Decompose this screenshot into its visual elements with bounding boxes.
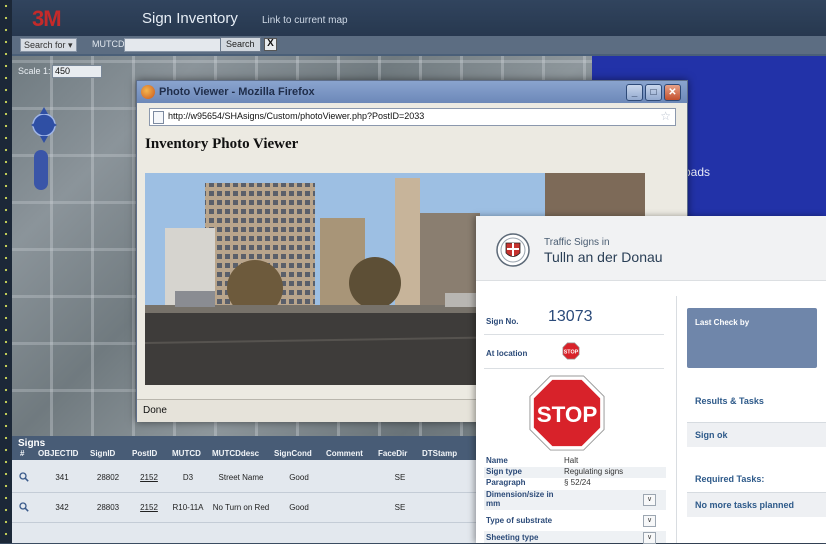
col-signcond[interactable]: SignCond — [274, 449, 312, 458]
window-titlebar[interactable]: Photo Viewer - Mozilla Firefox _ □ ✕ — [137, 81, 687, 103]
dimension-dropdown[interactable]: ∨ — [643, 494, 656, 506]
minimize-button[interactable]: _ — [626, 84, 643, 101]
zoom-to-row-icon[interactable] — [16, 462, 32, 492]
sheeting-dropdown[interactable]: ∨ — [643, 532, 656, 544]
brand-logo: 3M — [32, 6, 62, 31]
grid-header: Signs # OBJECTID SignID PostID MUTCD MUT… — [12, 436, 482, 460]
link-current-map[interactable]: Link to current map — [262, 15, 348, 26]
cell-facedir: SE — [394, 472, 406, 482]
signs-grid: Signs # OBJECTID SignID PostID MUTCD MUT… — [12, 436, 482, 543]
bookmark-star-icon[interactable]: ☆ — [660, 109, 671, 123]
svg-text:STOP: STOP — [564, 349, 579, 355]
page-heading: Inventory Photo Viewer — [145, 136, 299, 152]
cell-mutcddesc: No Turn on Red — [212, 502, 270, 512]
table-row[interactable]: 342 28803 2152 R10-11A No Turn on Red Go… — [12, 492, 482, 523]
status-text: Done — [143, 405, 167, 416]
attr-dimension: Dimension/size in mm ∨ — [484, 490, 666, 510]
col-mutcd[interactable]: MUTCD — [172, 449, 201, 458]
search-input[interactable] — [124, 38, 222, 52]
header-city: Tulln an der Donau — [544, 249, 663, 265]
table-row[interactable]: 341 28802 2152 D3 Street Name Good SE — [12, 462, 482, 493]
cell-mutcd: D3 — [182, 472, 194, 482]
attr-paragraph: Paragraph § 52/24 — [486, 478, 591, 487]
scale-input[interactable]: 450 — [52, 65, 102, 78]
tasks-value: No more tasks planned — [695, 500, 795, 510]
last-check-label: Last Check by — [695, 318, 750, 327]
close-window-button[interactable]: ✕ — [664, 84, 681, 101]
last-check-box: Last Check by — [687, 308, 817, 368]
traffic-sign-panel: Traffic Signs in Tulln an der Donau Sign… — [476, 216, 826, 544]
search-for-select[interactable]: Search for ▾ — [20, 38, 77, 52]
tasks-box: No more tasks planned — [687, 492, 826, 517]
cell-objectid: 341 — [55, 472, 69, 482]
divider — [484, 368, 664, 369]
search-button[interactable]: Search — [220, 37, 261, 52]
maximize-button[interactable]: □ — [645, 84, 662, 101]
col-dtstamp[interactable]: DTStamp — [422, 449, 457, 458]
required-tasks-heading: Required Tasks: — [695, 474, 765, 484]
grid-title: Signs — [18, 438, 46, 449]
cell-signid: 28802 — [96, 472, 120, 482]
cell-postid-link[interactable]: 2152 — [132, 462, 166, 492]
attr-name: Name Halt — [486, 456, 579, 465]
col-facedir[interactable]: FaceDir — [378, 449, 407, 458]
cell-mutcd: R10-11A — [172, 502, 204, 512]
url-text: http://w95654/SHAsigns/Custom/photoViewe… — [168, 111, 425, 121]
stop-sign-small-icon: STOP — [562, 342, 580, 360]
app-header: 3M Sign Inventory Link to current map — [12, 0, 826, 36]
dotted-left-border — [0, 0, 12, 543]
col-index[interactable]: # — [20, 449, 24, 458]
col-signid[interactable]: SignID — [90, 449, 115, 458]
col-objectid[interactable]: OBJECTID — [38, 449, 78, 458]
city-crest-icon — [496, 233, 530, 267]
app-title: Sign Inventory — [142, 10, 238, 27]
search-field-label: MUTCD — [92, 39, 125, 49]
clear-search-button[interactable]: X — [264, 38, 277, 51]
scale-label: Scale 1: — [18, 66, 51, 76]
at-location-label: At location — [486, 349, 528, 358]
cell-signcond: Good — [289, 502, 309, 512]
divider — [484, 334, 664, 335]
panel-header: Traffic Signs in Tulln an der Donau — [476, 216, 826, 281]
col-mutcddesc[interactable]: MUTCDdesc — [212, 449, 259, 458]
results-tasks-heading: Results & Tasks — [695, 396, 764, 406]
firefox-icon — [141, 85, 155, 99]
result-value: Sign ok — [695, 430, 728, 440]
col-postid[interactable]: PostID — [132, 449, 157, 458]
cell-comment — [326, 492, 376, 522]
sign-no-label: Sign No. — [486, 317, 519, 326]
substrate-dropdown[interactable]: ∨ — [643, 515, 656, 527]
attr-sign-type: Sign type Regulating signs — [484, 467, 666, 478]
result-box: Sign ok — [687, 422, 826, 447]
sign-number: 13073 — [548, 308, 593, 325]
zoom-to-row-icon[interactable] — [16, 492, 32, 522]
search-bar: Search for ▾ MUTCD Search X — [12, 36, 826, 54]
results-column: Last Check by Results & Tasks Sign ok Re… — [677, 296, 826, 543]
cell-comment — [326, 462, 376, 492]
attr-substrate: Type of substrate ∨ — [484, 514, 666, 528]
cell-mutcddesc: Street Name — [218, 472, 264, 482]
svg-text:STOP: STOP — [537, 402, 598, 427]
page-icon — [153, 111, 164, 124]
stop-sign-image: STOP — [529, 375, 605, 451]
sign-details: Sign No. 13073 At location STOP STOP Nam… — [476, 296, 677, 544]
cell-postid-link[interactable]: 2152 — [132, 492, 166, 522]
col-comment[interactable]: Comment — [326, 449, 363, 458]
window-title: Photo Viewer - Mozilla Firefox — [159, 86, 315, 98]
pan-control-icon[interactable] — [30, 105, 58, 145]
url-bar[interactable]: http://w95654/SHAsigns/Custom/photoViewe… — [149, 108, 676, 126]
attr-sheeting: Sheeting type ∨ — [484, 531, 666, 544]
header-subtitle: Traffic Signs in — [544, 237, 610, 248]
zoom-slider[interactable] — [34, 150, 48, 190]
cell-objectid: 342 — [55, 502, 69, 512]
cell-facedir: SE — [394, 502, 406, 512]
cell-signcond: Good — [289, 472, 309, 482]
cell-signid: 28803 — [96, 502, 120, 512]
